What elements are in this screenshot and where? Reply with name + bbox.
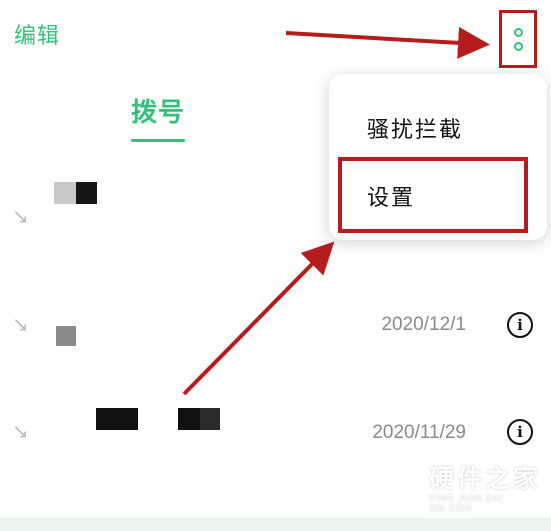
watermark: 硬件之家 YING JIAN ZHI JIA.COM [383,459,548,513]
tab-dial[interactable]: 拨号 [131,92,185,142]
incoming-call-icon: ↘ [12,206,29,228]
watermark-logo-icon [384,461,422,507]
redacted-contact-name [76,182,97,204]
info-icon[interactable]: i [507,419,533,445]
settings-highlight-box [338,157,528,233]
annotation-arrow-top [285,26,490,59]
watermark-subtitle: YING JIAN ZHI JIA.COM [429,493,504,513]
incoming-call-icon: ↘ [12,314,29,336]
more-vertical-icon-dot [513,41,523,51]
bottom-bar [0,518,551,531]
redacted-contact-name [54,182,78,204]
tab-dial-label: 拨号 [131,97,186,127]
redacted-contact-name [56,326,76,346]
more-vertical-icon [513,27,523,37]
redacted-contact-name [96,408,138,430]
edit-button[interactable]: 编辑 [14,18,60,50]
info-icon[interactable]: i [507,312,533,338]
annotation-arrow-settings [182,241,335,396]
call-date: 2020/12/1 [381,314,466,335]
tab-active-indicator [131,139,185,142]
watermark-title: 硬件之家 [429,465,542,493]
redacted-contact-name [178,408,202,430]
call-date: 2020/11/29 [372,422,466,443]
redacted-contact-name [200,408,220,430]
menu-item-harassment-block[interactable]: 骚扰拦截 [367,112,463,144]
more-options-button[interactable] [499,10,537,68]
incoming-call-icon: ↘ [12,421,29,443]
